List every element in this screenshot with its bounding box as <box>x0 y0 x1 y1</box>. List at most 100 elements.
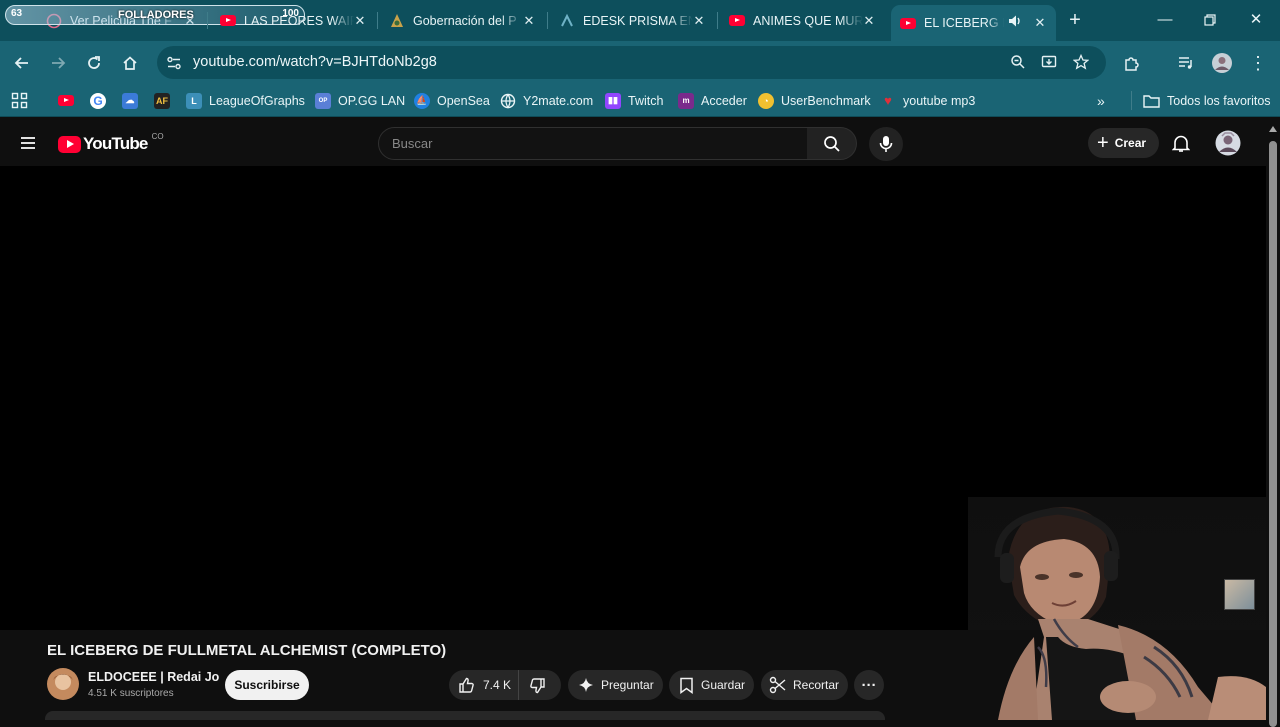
browser-tab-4[interactable]: EDESK PRISMA EN ✕ <box>559 5 707 36</box>
opensea-icon: ⛵ <box>414 92 430 109</box>
close-window-icon[interactable]: ✕ <box>1245 9 1267 31</box>
install-app-icon[interactable] <box>1041 54 1057 75</box>
bookmark-opgg[interactable]: OP OP.GG LAN <box>315 92 405 109</box>
bookmark-google[interactable]: G <box>90 92 113 109</box>
description-box[interactable] <box>45 711 885 720</box>
youtube-logo-icon <box>58 135 81 153</box>
youtube-logo-text: YouTube <box>83 134 148 153</box>
cloud-icon: ☁ <box>122 92 138 109</box>
tab-title: ANIMES QUE MUR <box>753 13 863 28</box>
af-icon: AF <box>154 92 170 109</box>
channel-name[interactable]: ELDOCEEE | Redai Jo <box>88 670 219 684</box>
youtube-icon <box>729 13 745 29</box>
more-bookmarks-chevron-icon[interactable]: » <box>1097 92 1105 109</box>
browser-tab-3[interactable]: Gobernación del P ✕ <box>389 5 537 36</box>
bookmark-label: Acceder <box>701 93 747 108</box>
media-controls-icon[interactable] <box>1174 51 1198 75</box>
zoom-icon[interactable] <box>1010 54 1026 75</box>
search-box <box>378 127 808 160</box>
apps-grid-icon[interactable] <box>11 92 28 109</box>
clip-button[interactable]: Recortar <box>761 670 848 700</box>
restore-window-icon[interactable] <box>1199 9 1221 31</box>
subscribe-button[interactable]: Suscribirse <box>225 670 309 700</box>
tab-separator <box>207 12 208 29</box>
site-settings-icon[interactable] <box>166 55 182 76</box>
channel-avatar[interactable] <box>47 668 79 700</box>
minimize-window-icon[interactable]: — <box>1154 9 1176 31</box>
plus-icon: + <box>1097 132 1109 154</box>
crest-icon <box>389 13 405 29</box>
all-bookmarks-folder[interactable]: Todos los favoritos <box>1143 92 1271 109</box>
tab-separator <box>377 12 378 29</box>
account-avatar[interactable] <box>1215 130 1241 161</box>
bookmark-label: youtube mp3 <box>903 93 976 108</box>
bookmark-acceder[interactable]: m Acceder <box>678 92 747 109</box>
bookmark-label: OpenSea <box>437 93 490 108</box>
bookmark-af[interactable]: AF <box>154 92 177 109</box>
youtube-icon <box>58 93 74 109</box>
bookmark-userbenchmark[interactable]: ◔ UserBenchmark <box>758 92 871 109</box>
bookmark-youtube[interactable] <box>58 92 81 109</box>
close-tab-icon[interactable]: ✕ <box>691 13 707 29</box>
overlay-label: FOLLADORES <box>118 9 194 21</box>
back-arrow-icon[interactable] <box>10 51 34 75</box>
reload-icon[interactable] <box>82 51 106 75</box>
close-tab-icon[interactable]: ✕ <box>352 13 368 29</box>
like-button[interactable]: 7.4 K <box>449 670 519 700</box>
bookmark-label: Twitch <box>628 93 664 108</box>
bookmark-label: LeagueOfGraphs <box>209 93 305 108</box>
bookmark-leagueofgraphs[interactable]: L LeagueOfGraphs <box>186 92 305 109</box>
voice-search-button[interactable] <box>869 127 903 161</box>
extensions-icon[interactable] <box>1120 51 1144 75</box>
close-tab-icon[interactable]: ✕ <box>521 13 537 29</box>
notifications-bell-icon[interactable] <box>1171 134 1191 158</box>
close-tab-icon[interactable]: ✕ <box>861 13 877 29</box>
mp3-icon: ♥ <box>884 93 892 108</box>
miniplayer-thumbnail[interactable] <box>1224 579 1255 610</box>
tab-separator <box>547 12 548 29</box>
forward-arrow-icon[interactable] <box>46 51 70 75</box>
bookmark-label: Y2mate.com <box>523 93 594 108</box>
audio-playing-icon[interactable] <box>1007 13 1023 32</box>
browser-menu-icon[interactable]: ⋮ <box>1246 51 1270 75</box>
league-icon: L <box>186 92 202 109</box>
bookmark-star-icon[interactable] <box>1072 53 1090 75</box>
scrollbar-thumb[interactable] <box>1269 141 1277 727</box>
address-bar[interactable]: youtube.com/watch?v=BJHTdoNb2g8 <box>157 46 1106 79</box>
bookmark-opensea[interactable]: ⛵ OpenSea <box>414 92 490 109</box>
bookmark-cloud[interactable]: ☁ <box>122 92 145 109</box>
scroll-up-arrow-icon[interactable] <box>1269 126 1277 132</box>
close-tab-icon[interactable]: ✕ <box>1032 15 1048 31</box>
page-scrollbar[interactable] <box>1266 121 1280 727</box>
profile-avatar[interactable] <box>1210 51 1234 75</box>
home-icon[interactable] <box>118 51 142 75</box>
browser-tab-2[interactable]: LAS PEORES WAIFU ✕ <box>220 5 368 36</box>
more-actions-icon[interactable]: ··· <box>854 670 884 700</box>
dislike-button[interactable] <box>519 670 546 700</box>
bookmark-label: UserBenchmark <box>781 93 871 108</box>
create-button[interactable]: + Crear <box>1088 128 1159 158</box>
new-tab-icon[interactable]: + <box>1064 9 1086 31</box>
bookmarks-bar: G ☁ AF L LeagueOfGraphs OP OP.GG LAN ⛵ O… <box>0 84 1280 117</box>
search-button[interactable] <box>807 127 857 160</box>
sparkle-icon <box>578 677 594 693</box>
youtube-icon <box>900 15 916 31</box>
bookmark-icon <box>679 677 694 694</box>
ask-button[interactable]: Preguntar <box>568 670 663 700</box>
userbenchmark-icon: ◔ <box>758 92 774 109</box>
bookmark-twitch[interactable]: ▮▮ Twitch <box>605 92 663 109</box>
search-input[interactable] <box>392 128 792 159</box>
url-text[interactable]: youtube.com/watch?v=BJHTdoNb2g8 <box>193 54 437 70</box>
bookmark-youtube-mp3[interactable]: ♥ youtube mp3 <box>880 92 975 109</box>
streamer-webcam-overlay <box>968 497 1266 720</box>
youtube-logo[interactable]: YouTube CO <box>58 132 164 154</box>
browser-tab-5[interactable]: ANIMES QUE MUR ✕ <box>729 5 877 36</box>
bookmark-label: OP.GG LAN <box>338 93 406 108</box>
twitch-icon: ▮▮ <box>605 92 621 109</box>
bookmark-y2mate[interactable]: Y2mate.com <box>500 92 593 109</box>
browser-toolbar: youtube.com/watch?v=BJHTdoNb2g8 ⋮ <box>0 41 1280 84</box>
save-button[interactable]: Guardar <box>669 670 754 700</box>
thumbs-down-icon <box>529 677 546 694</box>
browser-tab-active[interactable]: EL ICEBERG DE ✕ <box>891 5 1056 41</box>
guide-menu-icon[interactable] <box>19 134 37 157</box>
